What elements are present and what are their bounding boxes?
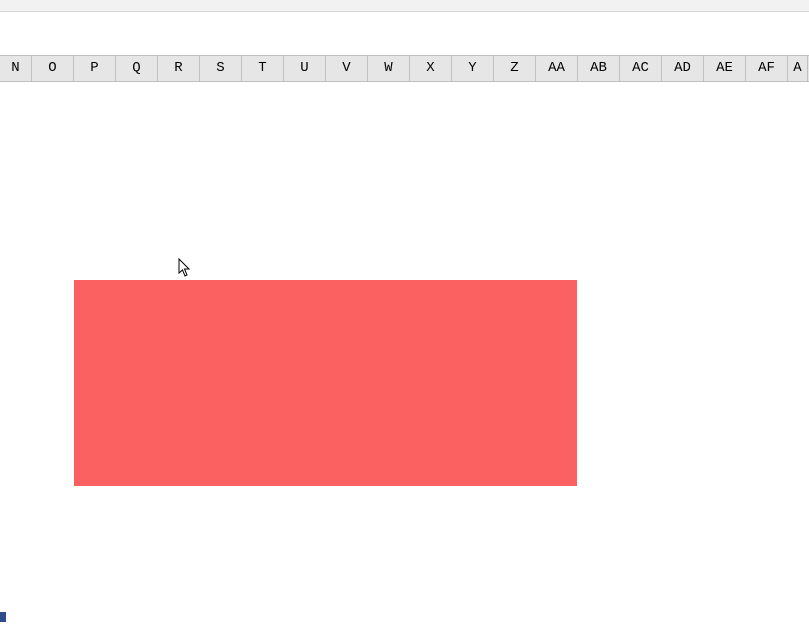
bottom-left-mark — [0, 612, 6, 622]
column-header-w[interactable]: W — [368, 56, 410, 81]
formula-bar[interactable] — [0, 12, 809, 55]
column-header-v[interactable]: V — [326, 56, 368, 81]
column-header-s[interactable]: S — [200, 56, 242, 81]
column-header-x[interactable]: X — [410, 56, 452, 81]
column-header-ac[interactable]: AC — [620, 56, 662, 81]
column-header-ae[interactable]: AE — [704, 56, 746, 81]
column-header-q[interactable]: Q — [116, 56, 158, 81]
column-header-y[interactable]: Y — [452, 56, 494, 81]
column-header-u[interactable]: U — [284, 56, 326, 81]
column-header-n[interactable]: N — [0, 56, 32, 81]
filled-cell-range[interactable] — [74, 280, 577, 486]
column-header-row: NOPQRSTUVWXYZAAABACADAEAFA — [0, 55, 809, 82]
spreadsheet-grid[interactable] — [0, 82, 809, 628]
column-header-t[interactable]: T — [242, 56, 284, 81]
column-header-ab[interactable]: AB — [578, 56, 620, 81]
column-header-a[interactable]: A — [788, 56, 808, 81]
column-header-ad[interactable]: AD — [662, 56, 704, 81]
column-header-z[interactable]: Z — [494, 56, 536, 81]
column-header-p[interactable]: P — [74, 56, 116, 81]
column-header-aa[interactable]: AA — [536, 56, 578, 81]
toolbar-strip — [0, 0, 809, 12]
column-header-o[interactable]: O — [32, 56, 74, 81]
column-header-af[interactable]: AF — [746, 56, 788, 81]
column-header-r[interactable]: R — [158, 56, 200, 81]
